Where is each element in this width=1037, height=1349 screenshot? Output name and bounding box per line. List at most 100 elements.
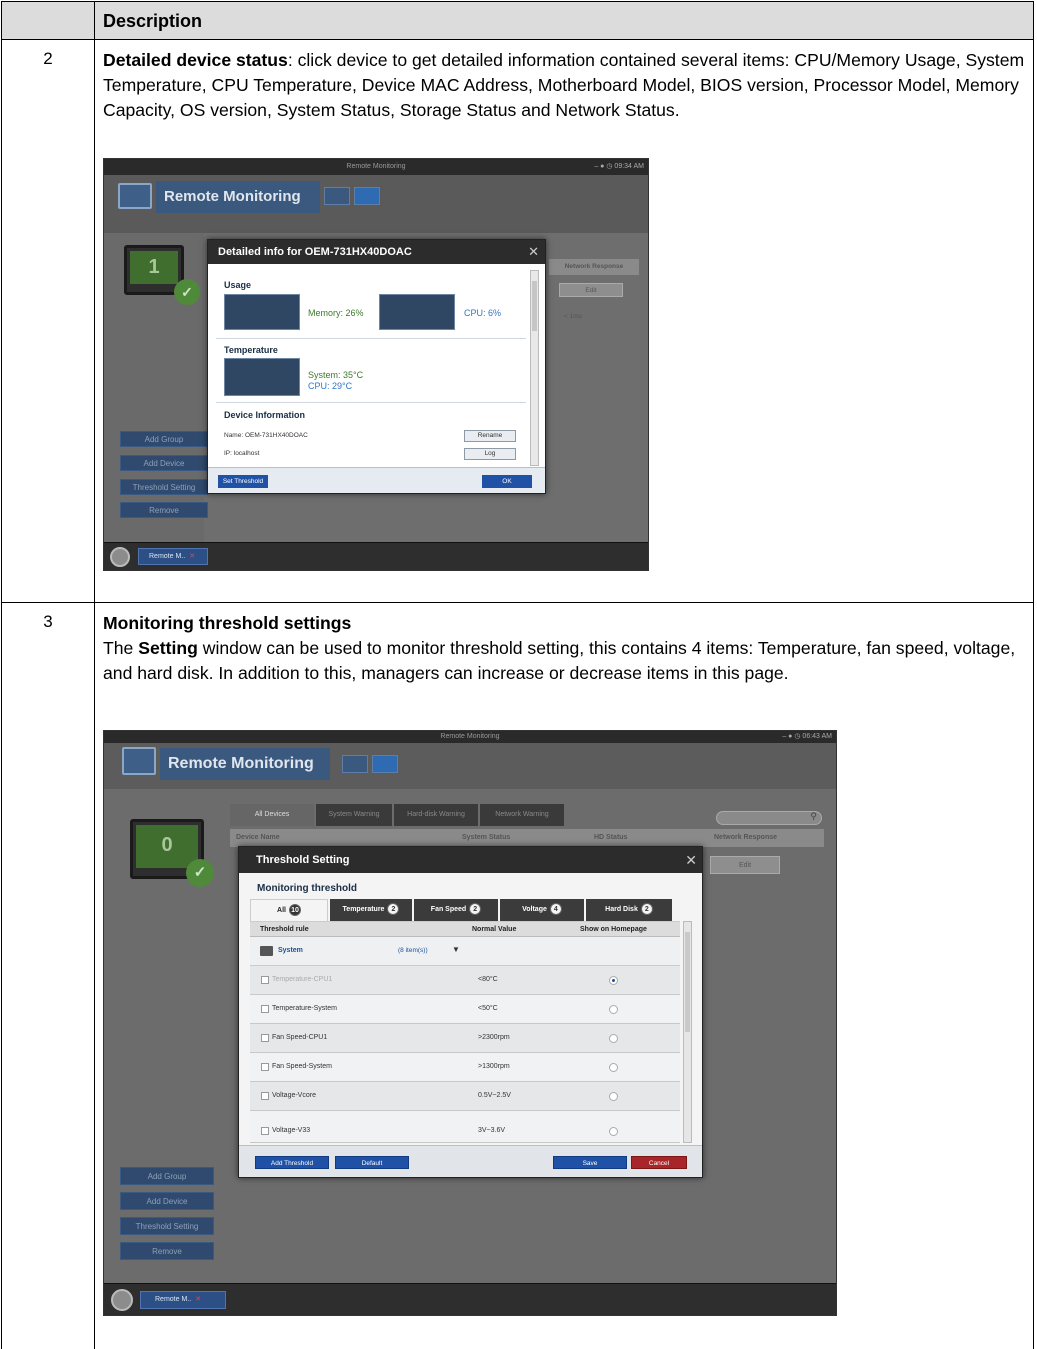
rename-button[interactable]: Rename: [464, 430, 516, 442]
set-threshold-button[interactable]: Set Threshold: [218, 475, 268, 488]
row-number: 2: [2, 40, 95, 602]
dialog-scrollbar[interactable]: [530, 270, 539, 466]
tab-label: All: [277, 907, 286, 914]
row-checkbox[interactable]: [261, 976, 269, 984]
memory-usage-graph: [224, 294, 300, 330]
tab-hard-disk-warning[interactable]: Hard-disk Warning: [394, 804, 478, 826]
memory-usage-value: Memory: 26%: [308, 308, 364, 318]
group-row-system[interactable]: System (8 item(s)) ▼: [250, 937, 680, 966]
edit-button[interactable]: Edit: [559, 283, 623, 297]
dialog-footer: Add Threshold Default Save Cancel: [239, 1145, 702, 1177]
usage-section-title: Usage: [224, 280, 252, 290]
ok-check-icon: ✓: [186, 859, 214, 887]
list-view-icon[interactable]: [342, 755, 368, 773]
row-checkbox[interactable]: [261, 1127, 269, 1135]
remove-button[interactable]: Remove: [120, 502, 208, 518]
default-button[interactable]: Default: [335, 1156, 409, 1169]
search-input[interactable]: ⚲: [716, 811, 822, 825]
group-item-count: (8 item(s)): [398, 947, 428, 954]
row-number: 3: [2, 603, 95, 1349]
tab-hard-disk[interactable]: Hard Disk 2: [586, 899, 672, 921]
edit-button[interactable]: Edit: [710, 856, 780, 874]
row-checkbox[interactable]: [261, 1034, 269, 1042]
threshold-setting-button[interactable]: Threshold Setting: [120, 1217, 214, 1235]
close-icon[interactable]: ✕: [685, 847, 697, 873]
tab-count-badge: 2: [469, 903, 482, 915]
table-scrollbar[interactable]: [683, 921, 692, 1143]
tab-network-warning[interactable]: Network Warning: [480, 804, 564, 826]
home-icon[interactable]: [111, 1289, 133, 1311]
row-checkbox[interactable]: [261, 1005, 269, 1013]
threshold-rule: Fan Speed-System: [272, 1063, 332, 1070]
detail-view-icon[interactable]: [372, 755, 398, 773]
close-icon[interactable]: ✕: [528, 240, 539, 264]
clock-time: 09:34 AM: [614, 163, 644, 170]
search-icon: ⚲: [810, 811, 817, 821]
minimize-icon[interactable]: –: [782, 733, 786, 740]
column-show-on-homepage: Show on Homepage: [580, 926, 647, 933]
add-group-button[interactable]: Add Group: [120, 431, 208, 447]
show-on-homepage-radio[interactable]: [609, 1092, 618, 1101]
threshold-setting-dialog: Threshold Setting ✕ Monitoring threshold…: [238, 846, 703, 1178]
divider: [216, 338, 526, 339]
screenshot-threshold-setting: Remote Monitoring – ● ◷ 06:43 AM Remote …: [103, 730, 837, 1316]
tab-temperature[interactable]: Temperature 2: [330, 899, 412, 921]
table-row[interactable]: Fan Speed-System >1300rpm: [250, 1053, 680, 1082]
show-on-homepage-radio[interactable]: [609, 1005, 618, 1014]
normal-value: >1300rpm: [478, 1063, 510, 1070]
cancel-button[interactable]: Cancel: [631, 1156, 687, 1169]
tab-all-devices[interactable]: All Devices: [230, 804, 314, 826]
show-on-homepage-radio[interactable]: [609, 1127, 618, 1136]
temperature-section-title: Temperature: [224, 345, 278, 355]
home-icon[interactable]: [110, 547, 130, 567]
table-row[interactable]: Voltage-Vcore 0.5V~2.5V: [250, 1082, 680, 1111]
ok-button[interactable]: OK: [482, 475, 532, 488]
cpu-usage-value: CPU: 6%: [464, 308, 502, 318]
detail-view-icon[interactable]: [354, 187, 380, 205]
add-device-button[interactable]: Add Device: [120, 455, 208, 471]
add-threshold-button[interactable]: Add Threshold: [255, 1156, 329, 1169]
threshold-rule: Voltage-Vcore: [272, 1092, 316, 1099]
tab-system-warning[interactable]: System Warning: [316, 804, 392, 826]
row-text-after: window can be used to monitor threshold …: [103, 638, 1016, 683]
tab-fan-speed[interactable]: Fan Speed 2: [414, 899, 498, 921]
show-on-homepage-radio[interactable]: [609, 1063, 618, 1072]
save-button[interactable]: Save: [553, 1156, 627, 1169]
chevron-down-icon[interactable]: ▼: [452, 945, 460, 954]
normal-value: <80°C: [478, 976, 498, 983]
show-on-homepage-radio[interactable]: [609, 1034, 618, 1043]
threshold-rule: Temperature-CPU1: [272, 976, 333, 983]
row-checkbox[interactable]: [261, 1092, 269, 1100]
close-icon[interactable]: ✕: [189, 553, 195, 560]
table-row[interactable]: Fan Speed-CPU1 >2300rpm: [250, 1024, 680, 1053]
taskbar-remote-monitoring[interactable]: Remote M.. ✕: [138, 548, 208, 565]
app-title: Remote Monitoring: [156, 181, 320, 213]
scroll-thumb[interactable]: [532, 281, 537, 331]
minimize-icon[interactable]: –: [594, 163, 598, 170]
add-group-button[interactable]: Add Group: [120, 1167, 214, 1185]
tab-all[interactable]: All 10: [250, 899, 328, 921]
table-row[interactable]: Temperature-System <50°C: [250, 995, 680, 1024]
log-button[interactable]: Log: [464, 448, 516, 460]
device-count: 0: [136, 825, 198, 868]
list-view-icon[interactable]: [324, 187, 350, 205]
window-titlebar: Remote Monitoring – ● ◷ 06:43 AM: [104, 731, 836, 743]
add-device-button[interactable]: Add Device: [120, 1192, 214, 1210]
tab-voltage[interactable]: Voltage 4: [500, 899, 584, 921]
device-ip: IP: localhost: [224, 450, 260, 457]
row-checkbox[interactable]: [261, 1063, 269, 1071]
table-row[interactable]: Voltage-V33 3V~3.6V: [250, 1111, 680, 1143]
chat-icon[interactable]: ●: [788, 733, 792, 740]
clock-time: 06:43 AM: [802, 733, 832, 740]
chat-icon[interactable]: ●: [600, 163, 604, 170]
column-threshold-rule: Threshold rule: [260, 926, 309, 933]
remove-button[interactable]: Remove: [120, 1242, 214, 1260]
column-device-name: Device Name: [236, 834, 280, 841]
window-titlebar: Remote Monitoring – ● ◷ 09:34 AM: [104, 159, 648, 175]
show-on-homepage-radio[interactable]: [609, 976, 618, 985]
close-icon[interactable]: ✕: [195, 1296, 201, 1303]
taskbar-remote-monitoring[interactable]: Remote M.. ✕: [140, 1291, 226, 1309]
scroll-thumb[interactable]: [685, 932, 690, 1032]
table-row[interactable]: Temperature-CPU1 <80°C: [250, 966, 680, 995]
threshold-setting-button[interactable]: Threshold Setting: [120, 479, 208, 495]
